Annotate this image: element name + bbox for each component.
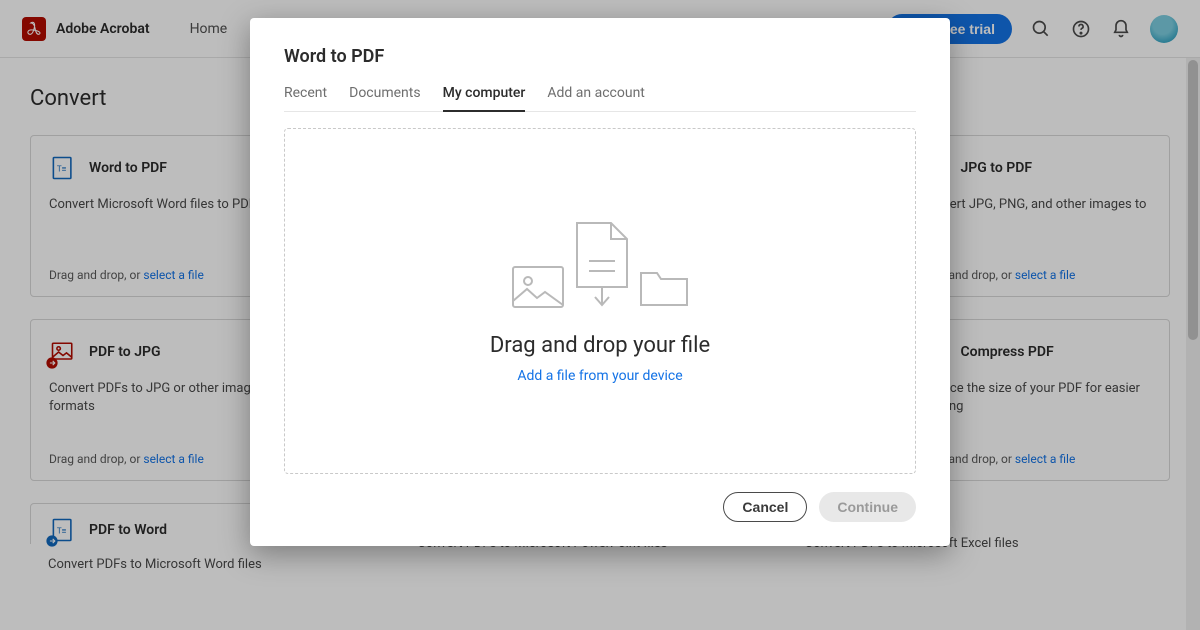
dropzone-title: Drag and drop your file	[490, 333, 710, 358]
continue-button: Continue	[819, 492, 916, 522]
tab-recent[interactable]: Recent	[284, 85, 327, 111]
modal-actions: Cancel Continue	[284, 492, 916, 522]
tab-add-account[interactable]: Add an account	[547, 85, 645, 111]
file-picker-modal: Word to PDF Recent Documents My computer…	[250, 18, 950, 546]
add-file-link[interactable]: Add a file from your device	[517, 368, 682, 384]
dropzone-illustration	[511, 219, 689, 309]
modal-title: Word to PDF	[284, 46, 916, 67]
tab-documents[interactable]: Documents	[349, 85, 420, 111]
modal-tabs: Recent Documents My computer Add an acco…	[284, 85, 916, 112]
tab-my-computer[interactable]: My computer	[443, 85, 526, 112]
cancel-button[interactable]: Cancel	[723, 492, 807, 522]
dropzone[interactable]: Drag and drop your file Add a file from …	[284, 128, 916, 474]
